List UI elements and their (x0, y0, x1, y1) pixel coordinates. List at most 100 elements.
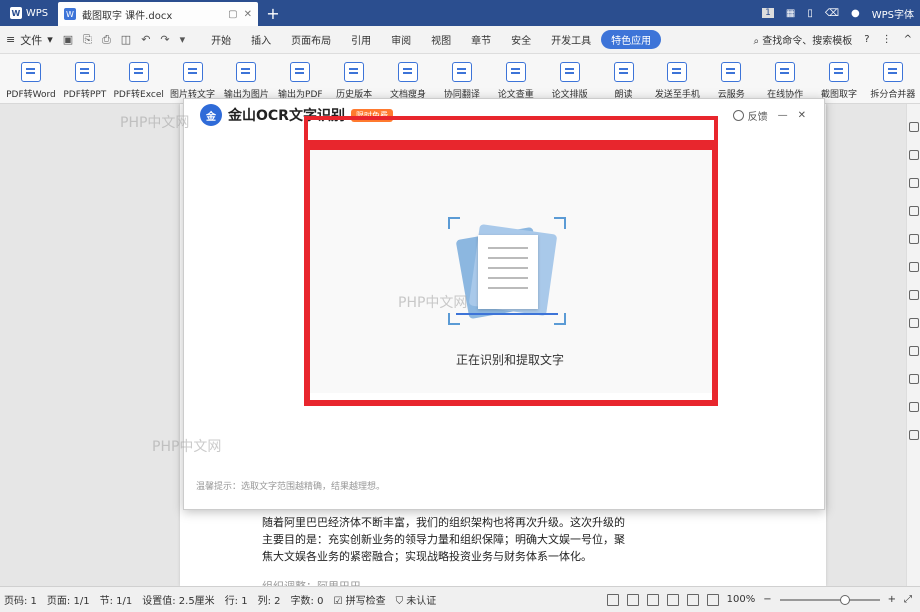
sidebar-tool-icon[interactable] (908, 262, 919, 272)
sidebar-tool-icon[interactable] (908, 374, 919, 384)
command-search[interactable]: ⌕ 查找命令、搜索模板 (754, 32, 853, 47)
spell-check-toggle[interactable]: ☑ 拼写检查 (333, 592, 385, 607)
menu-insert[interactable]: 插入 (241, 32, 281, 47)
wps-home-tab[interactable]: W WPS (0, 0, 58, 26)
ribbon-button[interactable]: 云服务 (704, 54, 758, 104)
status-row[interactable]: 行: 1 (225, 592, 248, 607)
tab-restore-icon[interactable]: ▢ (228, 9, 237, 20)
status-section[interactable]: 节: 1/1 (100, 592, 133, 607)
menu-bar: ≡ 文件 ▾ ▣ ⎘ ⎙ ◫ ↶ ↷ ▾ 开始 插入 页面布局 引用 审阅 视图… (0, 26, 920, 54)
feedback-label: 反馈 (747, 111, 768, 123)
ribbon-button[interactable]: PDF转Excel (112, 54, 166, 104)
eye-protection-icon[interactable] (706, 593, 719, 606)
ribbon-button[interactable]: 朗读 (597, 54, 651, 104)
feedback-button[interactable]: 反馈 (732, 108, 768, 123)
save-icon[interactable]: ▣ (63, 33, 73, 47)
zoom-out-icon[interactable]: − (763, 594, 771, 605)
status-col[interactable]: 列: 2 (258, 592, 281, 607)
ribbon-tool-icon (290, 62, 311, 82)
sidebar-tool-icon[interactable] (908, 430, 919, 440)
zoom-level[interactable]: 100% (727, 594, 756, 605)
ribbon-button[interactable]: 输出为PDF (273, 54, 327, 104)
undo-icon[interactable]: ↶ (141, 33, 150, 47)
view-mode-icon[interactable] (646, 593, 659, 606)
ribbon-button[interactable]: 论文查重 (489, 54, 543, 104)
menu-security[interactable]: 安全 (501, 32, 541, 47)
ribbon-button[interactable]: 在线协作 (758, 54, 812, 104)
sidebar-tool-icon[interactable] (908, 402, 919, 412)
status-setting[interactable]: 设置值: 2.5厘米 (142, 592, 214, 607)
watermark: PHP中文网 (398, 295, 468, 311)
ribbon-button[interactable]: 历史版本 (327, 54, 381, 104)
sidebar-tool-icon[interactable] (908, 122, 919, 132)
certification-status[interactable]: ⛉ 未认证 (396, 592, 437, 607)
view-mode-icon[interactable] (626, 593, 639, 606)
ribbon-button[interactable]: PDF转Word (4, 54, 58, 104)
ribbon-button[interactable]: 文档瘦身 (381, 54, 435, 104)
document-line: 随着阿里巴巴经济体不断丰富，我们的组织架构也将再次升级。这次升级的 (262, 516, 625, 529)
sidebar-tool-icon[interactable] (908, 318, 919, 328)
ribbon-button[interactable]: 图片转文字 (166, 54, 220, 104)
view-mode-icon[interactable] (606, 593, 619, 606)
zoom-in-icon[interactable]: + (888, 594, 896, 605)
sidebar-tool-icon[interactable] (908, 234, 919, 244)
status-word-count[interactable]: 字数: 0 (291, 592, 324, 607)
sidebar-tool-icon[interactable] (908, 206, 919, 216)
skin-icon[interactable]: ▦ (786, 8, 795, 19)
sidebar-tool-icon[interactable] (908, 150, 919, 160)
view-mode-icon[interactable] (666, 593, 679, 606)
fit-page-icon[interactable]: ⤢ (904, 594, 912, 605)
menu-home[interactable]: 开始 (201, 32, 241, 47)
zoom-slider[interactable] (779, 594, 880, 605)
avatar[interactable]: ● (851, 8, 860, 19)
ribbon-button[interactable]: PDF转PPT (58, 54, 112, 104)
more-icon[interactable]: ⋮ (882, 34, 892, 45)
ribbon-button[interactable]: 论文排版 (543, 54, 597, 104)
document-body-text[interactable]: 随着阿里巴巴经济体不断丰富，我们的组织架构也将再次升级。这次升级的 主要目的是：… (262, 514, 642, 565)
watermark: PHP中文网 (152, 439, 222, 455)
document-tab[interactable]: W 截图取字 课件.docx ▢ ✕ (58, 2, 258, 26)
print-icon[interactable]: ⎙ (102, 33, 111, 47)
zoom-slider-thumb[interactable] (839, 594, 850, 605)
ribbon-button[interactable]: 发送至手机 (651, 54, 705, 104)
menu-review[interactable]: 审阅 (381, 32, 421, 47)
menu-section[interactable]: 章节 (461, 32, 501, 47)
close-icon[interactable]: ✕ (798, 110, 806, 121)
ribbon-button[interactable]: 协同翻译 (435, 54, 489, 104)
new-tab-button[interactable]: + (258, 4, 288, 23)
file-menu[interactable]: ≡ 文件 ▾ (6, 32, 53, 48)
redo-icon[interactable]: ↷ (160, 33, 169, 47)
customize-icon[interactable]: ▾ (180, 33, 186, 47)
ribbon-button-label: 截图取字 (821, 90, 858, 100)
window-count-badge[interactable]: 1 (762, 8, 774, 18)
sidebar-tool-icon[interactable] (908, 290, 919, 300)
preview-icon[interactable]: ◫ (121, 33, 131, 47)
sidebar-tool-icon[interactable] (908, 178, 919, 188)
document-line: 焦大文娱各业务的紧密融合；实现战略投资业务与财务体系一体化。 (262, 550, 592, 563)
help-icon[interactable]: ? (864, 34, 869, 45)
minimize-icon[interactable]: — (778, 110, 788, 121)
ribbon-button[interactable]: 拆分合并器 (866, 54, 920, 104)
status-page[interactable]: 页码: 1 (4, 592, 37, 607)
export-icon[interactable]: ⎘ (83, 33, 92, 47)
tab-close-icon[interactable]: ✕ (244, 9, 252, 20)
sidebar-tool-icon[interactable] (908, 346, 919, 356)
collapse-ribbon-icon[interactable]: ^ (904, 34, 912, 45)
account-label[interactable]: WPS字体 (872, 6, 914, 21)
menu-view[interactable]: 视图 (421, 32, 461, 47)
menu-developer[interactable]: 开发工具 (541, 32, 601, 47)
ribbon-button-label: PDF转Excel (113, 90, 164, 100)
phone-icon[interactable]: ▯ (807, 8, 813, 19)
menu-references[interactable]: 引用 (341, 32, 381, 47)
ribbon-button[interactable]: 截图取字 (812, 54, 866, 104)
ribbon-button[interactable]: 输出为图片 (220, 54, 274, 104)
ribbon-tool-icon (613, 62, 634, 82)
view-mode-icon[interactable] (686, 593, 699, 606)
status-pages[interactable]: 页面: 1/1 (47, 592, 90, 607)
ocr-tip-text: 温馨提示：选取文字范围越精确，结果越理想。 (196, 482, 386, 492)
watermark: PHP中文网 (120, 115, 190, 131)
quick-access-toolbar: ▣ ⎘ ⎙ ◫ ↶ ↷ ▾ (63, 33, 185, 47)
menu-page-layout[interactable]: 页面布局 (281, 32, 341, 47)
menu-special-apps[interactable]: 特色应用 (601, 30, 662, 49)
trash-icon[interactable]: ⌫ (825, 8, 839, 19)
